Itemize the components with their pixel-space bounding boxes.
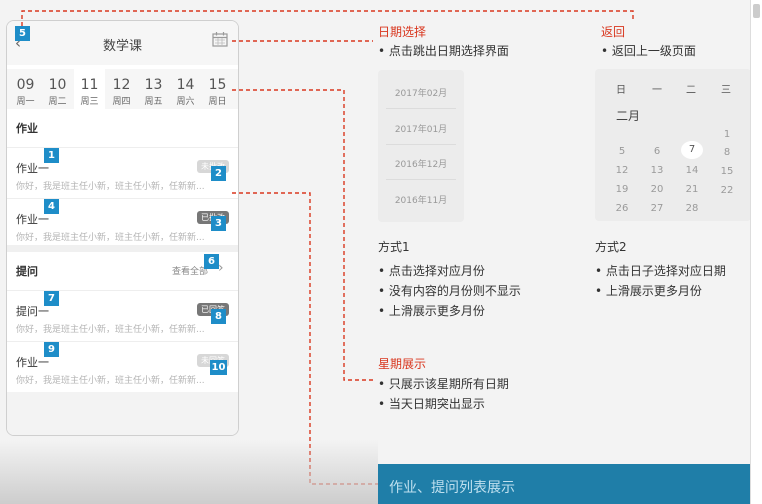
calendar-day[interactable]: 5 bbox=[611, 146, 633, 157]
week-display-title: 星期展示 bbox=[378, 357, 427, 371]
calendar-day[interactable]: 15 bbox=[716, 166, 738, 177]
calendar-day[interactable]: 8 bbox=[716, 147, 738, 158]
calendar-day[interactable]: 6 bbox=[646, 146, 668, 157]
date-select-desc: • 点击跳出日期选择界面 bbox=[378, 44, 509, 58]
calendar-day[interactable]: 21 bbox=[681, 184, 703, 195]
mode1-point: • 没有内容的月份则不显示 bbox=[378, 284, 521, 298]
calendar-day[interactable]: 22 bbox=[716, 185, 738, 196]
weekday-header: 三 bbox=[721, 85, 731, 96]
connector-back bbox=[21, 10, 634, 26]
weekday-header: 日 bbox=[616, 85, 626, 96]
list-caption: 作业、提问列表展示 bbox=[389, 480, 515, 496]
back-desc: • 返回上一级页面 bbox=[601, 44, 696, 58]
month-option[interactable]: 2016年11月 bbox=[378, 193, 464, 206]
calendar-day[interactable]: 1 bbox=[716, 129, 738, 140]
calendar-day[interactable]: 19 bbox=[611, 184, 633, 195]
mode2-title: 方式2 bbox=[595, 240, 627, 254]
mode1-point: • 点击选择对应月份 bbox=[378, 264, 485, 278]
bottom-shade bbox=[0, 440, 378, 504]
calendar-day[interactable]: 28 bbox=[681, 203, 703, 214]
mode2-point: • 上滑展示更多月份 bbox=[595, 284, 702, 298]
back-title: 返回 bbox=[601, 25, 626, 39]
calendar-card: 日 一 二 三 二月 1 5 6 7 8 12 13 14 15 19 20 2… bbox=[595, 69, 751, 221]
calendar-day[interactable]: 14 bbox=[681, 165, 703, 176]
calendar-month: 二月 bbox=[616, 109, 641, 123]
mode1-point: • 上滑展示更多月份 bbox=[378, 304, 485, 318]
weekday-header: 一 bbox=[652, 85, 662, 96]
week-display-point: • 只展示该星期所有日期 bbox=[378, 377, 509, 391]
mode2-point: • 点击日子选择对应日期 bbox=[595, 264, 726, 278]
calendar-day-today[interactable]: 7 bbox=[681, 141, 703, 159]
scrollbar-thumb[interactable] bbox=[753, 4, 760, 18]
week-display-point: • 当天日期突出显示 bbox=[378, 397, 485, 411]
connector-week bbox=[232, 89, 373, 381]
month-option[interactable]: 2017年01月 bbox=[378, 122, 464, 135]
month-option[interactable]: 2017年02月 bbox=[378, 86, 464, 99]
date-select-title: 日期选择 bbox=[378, 25, 427, 39]
month-option[interactable]: 2016年12月 bbox=[378, 157, 464, 170]
calendar-day[interactable]: 13 bbox=[646, 165, 668, 176]
calendar-day[interactable]: 27 bbox=[646, 203, 668, 214]
calendar-day[interactable]: 12 bbox=[611, 165, 633, 176]
month-picker-card: 2017年02月 2017年01月 2016年12月 2016年11月 bbox=[378, 70, 464, 222]
mode1-title: 方式1 bbox=[378, 240, 410, 254]
calendar-day[interactable]: 26 bbox=[611, 203, 633, 214]
weekday-header: 二 bbox=[686, 85, 696, 96]
calendar-day[interactable]: 20 bbox=[646, 184, 668, 195]
list-caption-bar: 作业、提问列表展示 bbox=[378, 464, 750, 504]
scrollbar[interactable] bbox=[750, 0, 762, 504]
